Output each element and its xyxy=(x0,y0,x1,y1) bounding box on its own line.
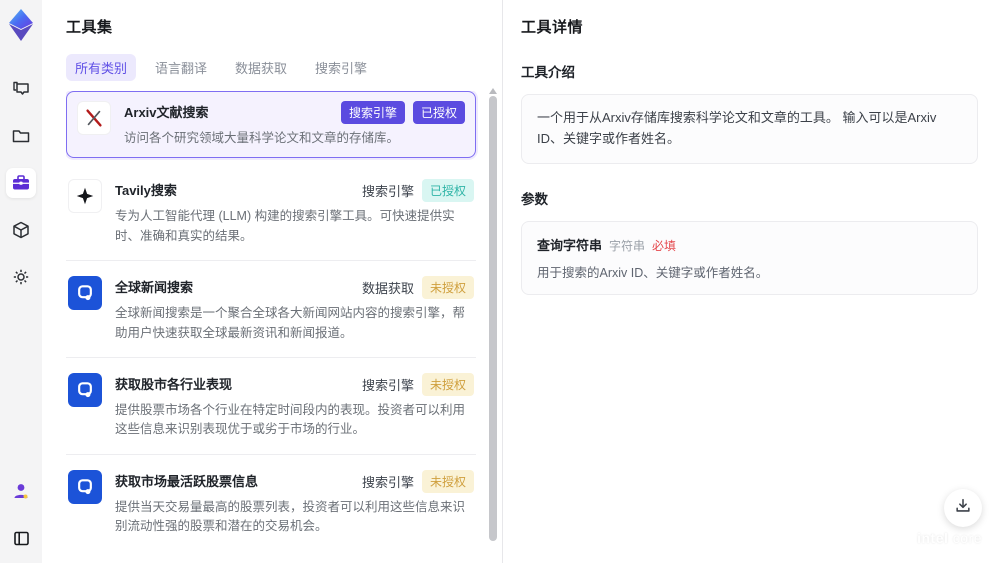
download-icon xyxy=(954,497,972,520)
auth-badge: 已授权 xyxy=(421,179,474,203)
tool-detail-panel: 工具详情 工具介绍 一个用于从Arxiv存储库搜索科学论文和文章的工具。 输入可… xyxy=(503,0,1000,563)
intro-text: 一个用于从Arxiv存储库搜索科学论文和文章的工具。 输入可以是Arxiv ID… xyxy=(537,110,937,146)
tool-desc: 访问各个研究领域大量科学论文和文章的存储库。 xyxy=(124,131,400,145)
intro-card: 一个用于从Arxiv存储库搜索科学论文和文章的工具。 输入可以是Arxiv ID… xyxy=(521,94,978,164)
category-label: 搜索引擎 xyxy=(361,474,414,490)
category-label: 搜索引擎 xyxy=(361,377,414,393)
rail-item-account[interactable] xyxy=(6,476,36,506)
scroll-up-arrow[interactable] xyxy=(489,88,497,94)
tab-all-categories[interactable]: 所有类别 xyxy=(66,54,137,81)
tab-language-translation[interactable]: 语言翻译 xyxy=(146,54,216,81)
rail-item-settings[interactable] xyxy=(6,262,36,292)
tool-desc: 提供股票市场各个行业在特定时间段内的表现。投资者可以利用这些信息来识别表现优于或… xyxy=(115,402,466,437)
category-tabs: 所有类别 语言翻译 数据获取 搜索引擎 xyxy=(66,54,502,81)
cube-icon xyxy=(11,220,31,240)
tavily-star-icon xyxy=(68,179,102,214)
toolbox-icon xyxy=(11,173,31,193)
tool-desc: 全球新闻搜索是一个聚合全球各大新闻网站内容的搜索引擎，帮助用户快速获取全球最新资… xyxy=(115,306,466,340)
gear-icon xyxy=(11,267,31,287)
toolset-panel: 工具集 所有类别 语言翻译 数据获取 搜索引擎 Arxiv文献搜索 搜索引擎 已… xyxy=(42,0,503,563)
rail-item-chat[interactable] xyxy=(6,74,36,104)
chat-icon xyxy=(11,79,31,99)
tool-title: Tavily搜索 xyxy=(115,183,177,199)
detail-title: 工具详情 xyxy=(521,19,584,36)
tool-item-arxiv[interactable]: Arxiv文献搜索 搜索引擎 已授权 访问各个研究领域大量科学论文和文章的存储库… xyxy=(66,91,476,159)
tool-item-global-news[interactable]: 全球新闻搜索 数据获取 未授权 全球新闻搜索是一个聚合全球各大新闻网站内容的搜索… xyxy=(66,261,476,358)
rail-item-plugins[interactable] xyxy=(6,215,36,245)
tool-title: Arxiv文献搜索 xyxy=(124,105,209,120)
tool-item-tavily[interactable]: Tavily搜索 搜索引擎 已授权 专为人工智能代理 (LLM) 构建的搜索引擎… xyxy=(66,164,476,262)
intel-logo-text: intel xyxy=(917,530,949,546)
download-button[interactable] xyxy=(944,489,982,527)
auth-badge: 已授权 xyxy=(412,101,465,124)
category-badge: 搜索引擎 xyxy=(340,101,405,124)
intro-heading: 工具介绍 xyxy=(521,65,575,80)
left-rail xyxy=(0,0,42,563)
tab-search-engine[interactable]: 搜索引擎 xyxy=(306,54,376,81)
tool-desc: 提供当天交易量最高的股票列表，投资者可以利用这些信息来识别流动性强的股票和潜在的… xyxy=(115,499,466,533)
scrollbar-thumb[interactable] xyxy=(489,96,497,541)
news-search-logo-icon xyxy=(68,372,102,407)
folder-icon xyxy=(11,126,31,146)
param-required-flag: 必填 xyxy=(652,238,677,253)
rail-item-collapse[interactable] xyxy=(6,523,36,553)
news-search-logo-icon xyxy=(68,469,102,504)
tab-data-acquisition[interactable]: 数据获取 xyxy=(226,54,296,81)
auth-badge: 未授权 xyxy=(421,469,474,493)
news-search-logo-icon xyxy=(68,276,102,311)
toolset-title: 工具集 xyxy=(66,19,113,36)
tool-title: 获取市场最活跃股票信息 xyxy=(115,473,259,489)
tool-list: Arxiv文献搜索 搜索引擎 已授权 访问各个研究领域大量科学论文和文章的存储库… xyxy=(66,91,502,547)
intel-core-watermark: intel core xyxy=(917,530,982,555)
arxiv-logo-icon xyxy=(77,101,111,135)
intel-sub-badge xyxy=(920,548,979,555)
tool-item-most-active-stocks[interactable]: 获取市场最活跃股票信息 搜索引擎 未授权 提供当天交易量最高的股票列表，投资者可… xyxy=(66,455,476,547)
param-name: 查询字符串 xyxy=(537,237,603,253)
tool-item-sector-performance[interactable]: 获取股市各行业表现 搜索引擎 未授权 提供股票市场各个行业在特定时间段内的表现。… xyxy=(66,358,476,455)
category-label: 搜索引擎 xyxy=(361,184,414,200)
tool-title: 全球新闻搜索 xyxy=(115,280,194,296)
tool-title: 获取股市各行业表现 xyxy=(115,376,233,392)
app-window: 工具集 所有类别 语言翻译 数据获取 搜索引擎 Arxiv文献搜索 搜索引擎 已… xyxy=(0,0,1000,563)
list-scrollbar[interactable] xyxy=(489,88,497,561)
app-logo-icon[interactable] xyxy=(6,8,36,42)
param-type: 字符串 xyxy=(609,238,646,253)
auth-badge: 未授权 xyxy=(421,372,474,396)
core-logo-text: core xyxy=(952,530,982,546)
param-card: 查询字符串 字符串 必填 用于搜索的Arxiv ID、关键字或作者姓名。 xyxy=(521,220,978,295)
user-icon xyxy=(11,481,31,501)
tool-desc: 专为人工智能代理 (LLM) 构建的搜索引擎工具。可快速提供实时、准确和真实的结… xyxy=(115,209,455,243)
rail-item-files[interactable] xyxy=(6,121,36,151)
category-label: 数据获取 xyxy=(361,281,414,297)
panel-toggle-icon xyxy=(12,529,31,548)
auth-badge: 未授权 xyxy=(421,276,474,300)
rail-item-toolbox[interactable] xyxy=(6,168,36,198)
param-desc: 用于搜索的Arxiv ID、关键字或作者姓名。 xyxy=(537,265,769,280)
params-heading: 参数 xyxy=(521,191,548,207)
